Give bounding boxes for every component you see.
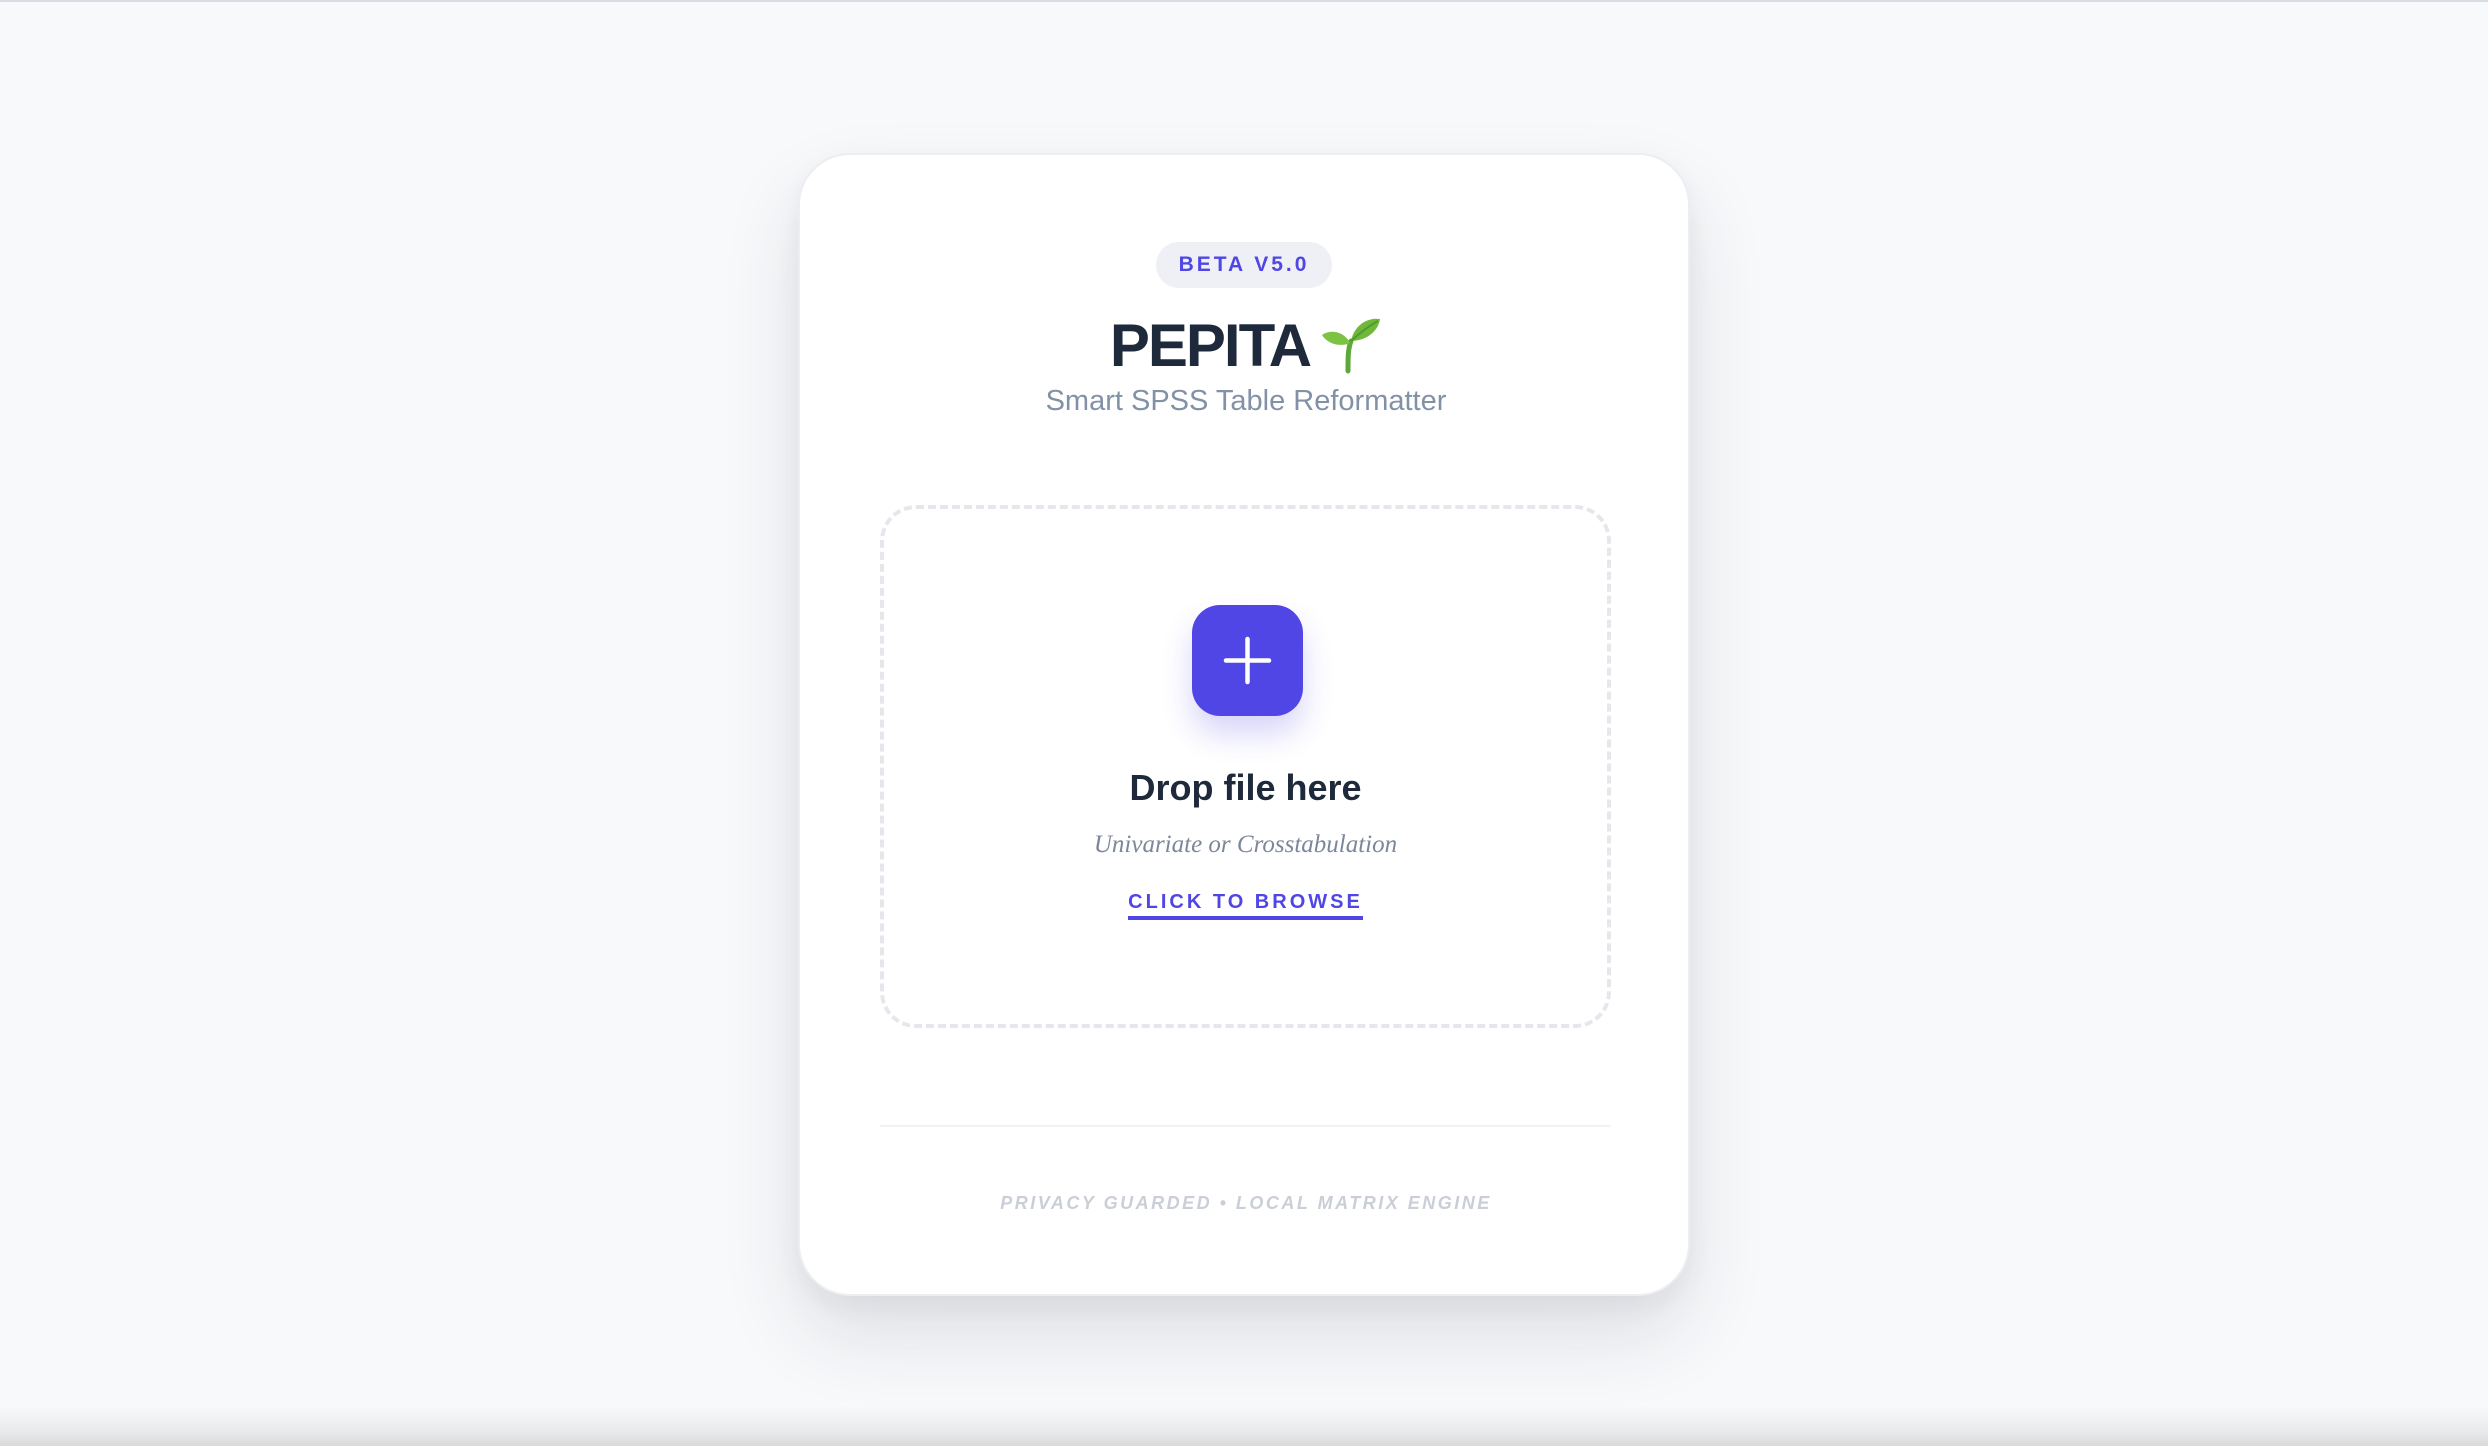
app-title: PEPITA xyxy=(1109,311,1312,379)
app-subtitle: Smart SPSS Table Reformatter xyxy=(1045,385,1447,417)
file-dropzone[interactable]: Drop file here Univariate or Crosstabula… xyxy=(880,505,1611,1028)
add-file-button[interactable] xyxy=(1192,605,1303,716)
browse-link-wrapper: CLICK TO BROWSE xyxy=(884,891,1607,920)
sprout-icon xyxy=(1322,318,1381,374)
plus-icon xyxy=(1223,636,1272,685)
window-bottom-shade xyxy=(0,1406,2488,1446)
footer-text: PRIVACY GUARDED • LOCAL MATRIX ENGINE xyxy=(1000,1193,1492,1213)
dropzone-heading: Drop file here xyxy=(1129,767,1362,808)
app-title-row: PEPITA xyxy=(800,305,1692,385)
footer-divider xyxy=(880,1125,1611,1127)
browse-link[interactable]: CLICK TO BROWSE xyxy=(1128,891,1363,920)
version-badge: BETA V5.0 xyxy=(1156,242,1332,288)
upload-card: BETA V5.0 PEPITA Smart SPSS Table Reform… xyxy=(798,153,1690,1296)
window-top-border xyxy=(0,0,2488,2)
dropzone-hint: Univariate or Crosstabulation xyxy=(1093,831,1398,858)
